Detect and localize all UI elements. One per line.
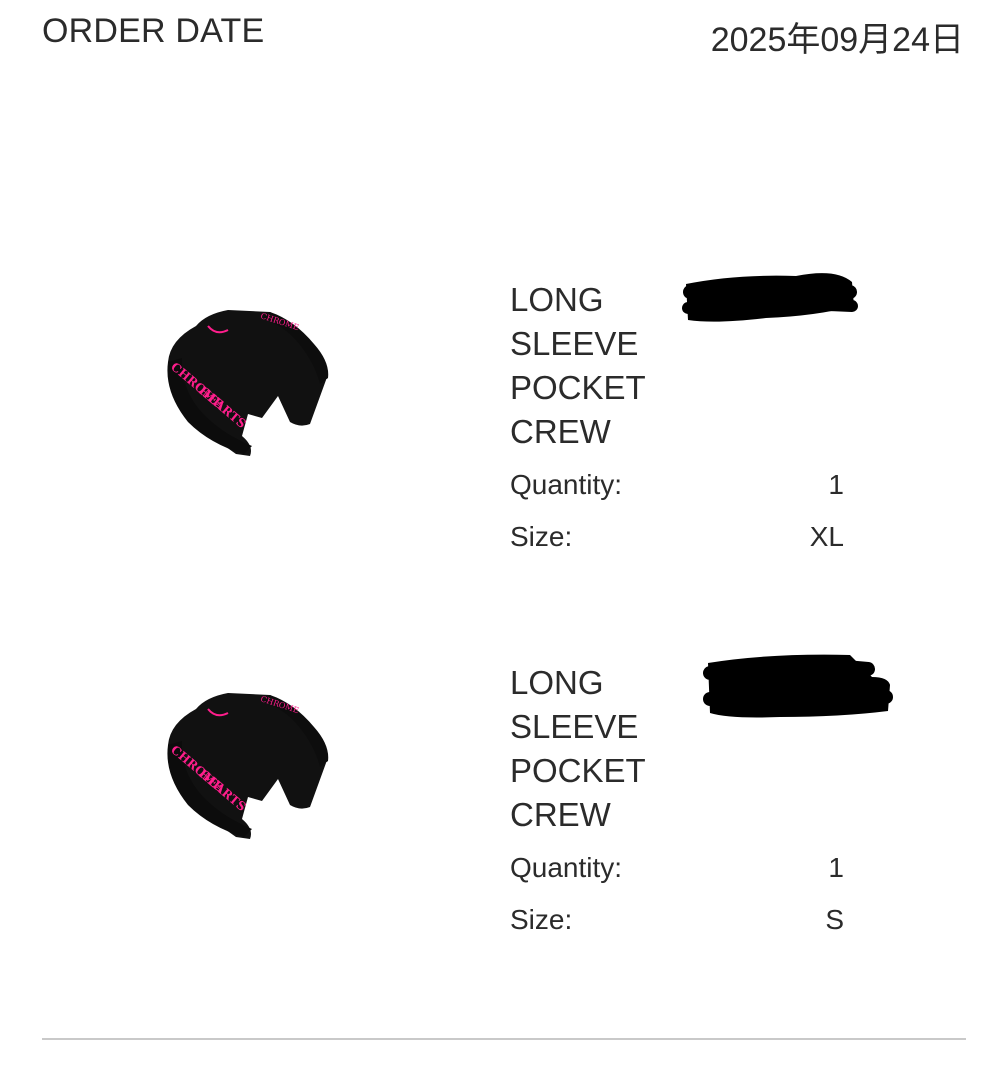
size-label: Size: bbox=[510, 521, 573, 552]
product-title-line: SLEEVE bbox=[510, 325, 639, 362]
quantity-value: 1 bbox=[828, 852, 844, 883]
quantity-label: Quantity: bbox=[510, 852, 623, 883]
size-label: Size: bbox=[510, 904, 573, 935]
quantity-label: Quantity: bbox=[510, 469, 623, 500]
product-image[interactable]: CHROME CHROME HEARTS bbox=[158, 296, 338, 456]
long-sleeve-shirt-icon: CHROME CHROME HEARTS bbox=[167, 693, 329, 839]
product-title-line: CREW bbox=[510, 796, 611, 833]
long-sleeve-shirt-icon: CHROME CHROME HEARTS bbox=[167, 310, 329, 456]
product-title[interactable]: LONG SLEEVE POCKET CREW bbox=[510, 278, 670, 454]
redaction-scribble bbox=[682, 273, 858, 322]
quantity-value: 1 bbox=[828, 469, 844, 500]
order-date-value: 2025年09月24日 bbox=[710, 21, 964, 59]
price-redacted bbox=[700, 645, 900, 725]
quantity-row: Quantity: 1 bbox=[510, 852, 844, 888]
size-value: XL bbox=[809, 521, 844, 552]
product-title-line: POCKET bbox=[510, 752, 646, 789]
order-date-label: ORDER DATE bbox=[42, 12, 265, 50]
size-row: Size: S bbox=[510, 904, 844, 940]
product-title-line: SLEEVE bbox=[510, 708, 639, 745]
size-row: Size: XL bbox=[510, 521, 844, 557]
product-title-line: POCKET bbox=[510, 369, 646, 406]
section-divider bbox=[42, 1038, 966, 1040]
redaction-scribble bbox=[703, 654, 893, 718]
order-date-row: ORDER DATE 2025年09月24日 bbox=[42, 12, 966, 59]
product-image[interactable]: CHROME CHROME HEARTS bbox=[158, 679, 338, 839]
product-title-line: LONG bbox=[510, 281, 604, 318]
size-value: S bbox=[825, 904, 844, 935]
order-item: CHROME CHROME HEARTS LONG SLEEVE POCKET … bbox=[0, 653, 1008, 953]
quantity-row: Quantity: 1 bbox=[510, 469, 844, 505]
product-title-line: LONG bbox=[510, 664, 604, 701]
product-title-line: CREW bbox=[510, 413, 611, 450]
product-title[interactable]: LONG SLEEVE POCKET CREW bbox=[510, 661, 670, 837]
order-item: CHROME CHROME HEARTS LONG SLEEVE POCKET … bbox=[0, 270, 1008, 570]
price-redacted bbox=[676, 262, 876, 342]
